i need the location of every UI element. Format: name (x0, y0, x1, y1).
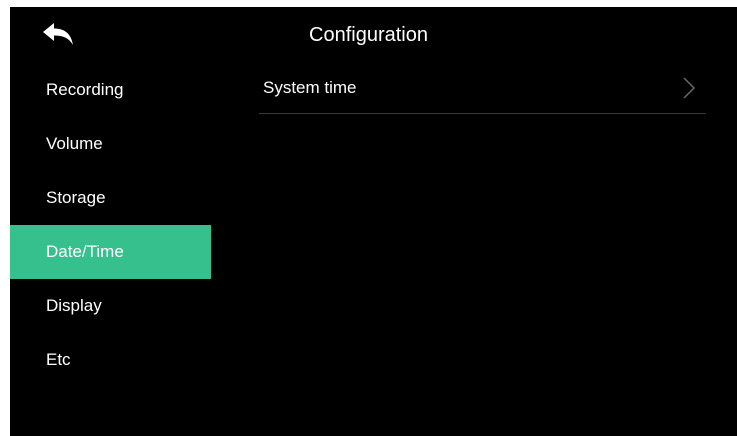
sidebar-item-storage[interactable]: Storage (10, 171, 211, 225)
sidebar-item-volume[interactable]: Volume (10, 117, 211, 171)
sidebar: Recording Volume Storage Date/Time Displ… (10, 63, 211, 387)
sidebar-item-display[interactable]: Display (10, 279, 211, 333)
sidebar-item-recording[interactable]: Recording (10, 63, 211, 117)
system-time-row[interactable]: System time (259, 63, 706, 114)
sidebar-item-label: Etc (46, 350, 71, 369)
chevron-right-icon (683, 77, 696, 99)
sidebar-item-etc[interactable]: Etc (10, 333, 211, 387)
sidebar-item-label: Volume (46, 134, 103, 153)
sidebar-item-label: Date/Time (46, 242, 124, 261)
sidebar-item-label: Display (46, 296, 102, 315)
sidebar-item-label: Recording (46, 80, 124, 99)
system-time-label: System time (263, 78, 357, 97)
page-title: Configuration (309, 24, 428, 46)
sidebar-item-label: Storage (46, 188, 106, 207)
app-screen: Configuration Recording Volume Storage D… (10, 7, 737, 436)
settings-list: System time (259, 63, 706, 114)
sidebar-item-date-time[interactable]: Date/Time (10, 225, 211, 279)
